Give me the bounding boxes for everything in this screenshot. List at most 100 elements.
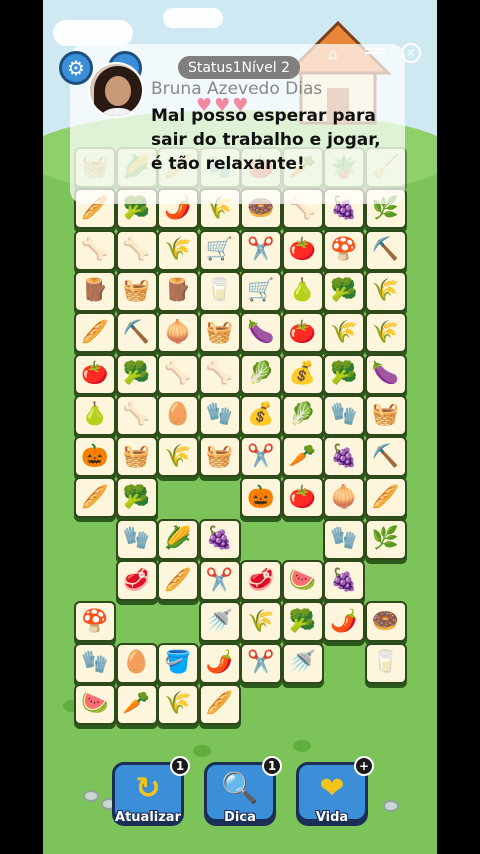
tile[interactable]: 🍉 [74, 683, 116, 725]
tile[interactable]: 🦴 [157, 353, 199, 395]
tile[interactable]: 🌾 [323, 312, 365, 354]
home-icon[interactable]: ⌂ [328, 45, 346, 63]
tile[interactable]: 🪣 [157, 642, 199, 684]
tile[interactable]: 🥕 [281, 436, 324, 478]
tile[interactable]: 🌾 [157, 683, 199, 725]
gear-icon[interactable]: ⚙ [59, 51, 93, 85]
tile[interactable]: 🥖 [157, 560, 199, 601]
tile[interactable]: 🧤 [323, 518, 365, 560]
tile[interactable]: ⛏️ [364, 229, 407, 271]
tile[interactable]: 🚿 [198, 601, 241, 643]
tile[interactable]: 🍅 [281, 477, 324, 519]
refresh-count-badge: 1 [170, 756, 190, 776]
tile[interactable]: 🥦 [323, 353, 365, 395]
heart-plus-icon: ❤ [319, 771, 345, 806]
refresh-label: Atualizar [115, 810, 181, 825]
menu-icon[interactable] [365, 48, 385, 54]
tile[interactable]: 🪵 [74, 270, 116, 312]
hint-button[interactable]: 🔍 1 Dica [204, 756, 282, 825]
tile[interactable]: 🧺 [198, 312, 241, 354]
tile[interactable]: 🍐 [281, 270, 324, 312]
tile[interactable]: 🍅 [74, 353, 116, 395]
tile[interactable]: 🧅 [157, 312, 199, 354]
tile[interactable]: 🛒 [198, 229, 241, 271]
tile[interactable]: 🍇 [198, 518, 241, 560]
tile[interactable]: ✂️ [240, 229, 282, 271]
tile[interactable]: 🌾 [364, 312, 407, 354]
tile[interactable]: 🎃 [240, 477, 282, 519]
avatar [88, 62, 144, 118]
level-label: Nível 2 [241, 59, 291, 76]
tile[interactable]: 💰 [240, 394, 282, 436]
tile[interactable]: 🚿 [281, 642, 324, 684]
tile[interactable]: 🦴 [115, 229, 158, 271]
tile[interactable]: 🌶️ [198, 642, 241, 684]
tile[interactable]: 🍆 [240, 312, 282, 354]
tile[interactable]: ✂️ [240, 436, 282, 478]
tile[interactable]: 🧤 [198, 394, 241, 436]
tile[interactable]: 🥖 [74, 477, 116, 519]
tile[interactable]: 🌿 [364, 518, 407, 560]
tile[interactable]: 🥖 [74, 312, 116, 354]
hint-count-badge: 1 [262, 756, 282, 776]
tile[interactable]: 🍇 [323, 560, 365, 601]
tile[interactable]: 🧺 [115, 270, 158, 312]
tile[interactable]: 🪵 [157, 270, 199, 312]
tile[interactable]: 🛒 [240, 270, 282, 312]
tile[interactable]: 🧤 [323, 394, 365, 436]
tile[interactable]: 🍩 [364, 601, 407, 643]
tile[interactable]: 🧺 [115, 436, 158, 478]
tile[interactable]: 🍄 [323, 229, 365, 271]
tile[interactable]: ⛏️ [364, 436, 407, 478]
tile[interactable]: 🥩 [240, 560, 282, 601]
tile[interactable]: 🍆 [364, 353, 407, 395]
tile[interactable]: 🥦 [323, 270, 365, 312]
life-add-badge: + [354, 756, 374, 776]
tile[interactable]: 🍄 [74, 601, 116, 643]
tile[interactable]: 🎃 [74, 436, 116, 478]
tile[interactable]: 🥩 [115, 560, 158, 601]
tile[interactable]: 🍉 [281, 560, 324, 601]
refresh-icon: ↻ [135, 771, 161, 806]
tile[interactable]: ⛏️ [115, 312, 158, 354]
tile[interactable]: 💰 [281, 353, 324, 395]
tile[interactable]: ✂️ [198, 560, 241, 601]
sender-name: Bruna Azevedo Dias [151, 79, 323, 99]
tile[interactable]: 🥖 [198, 683, 241, 725]
tile[interactable]: 🍐 [74, 394, 116, 436]
close-icon[interactable]: ✕ [401, 43, 421, 63]
tile[interactable]: 🧺 [198, 436, 241, 478]
life-button[interactable]: ❤ + Vida [296, 756, 374, 825]
tile[interactable]: 🧤 [115, 518, 158, 560]
tile[interactable]: 🌽 [157, 518, 199, 560]
tile[interactable]: 🥛 [364, 642, 407, 684]
status-label: Status1 [187, 59, 242, 76]
tile[interactable]: 🌾 [157, 229, 199, 271]
tile[interactable]: 🦴 [115, 394, 158, 436]
tile[interactable]: 🥬 [240, 353, 282, 395]
tile[interactable]: 🥚 [115, 642, 158, 684]
tile[interactable]: 🥚 [157, 394, 199, 436]
tile[interactable]: 🥖 [364, 477, 407, 519]
refresh-button[interactable]: ↻ 1 Atualizar [112, 756, 190, 825]
tile[interactable]: 🍇 [323, 436, 365, 478]
tile[interactable]: 🦴 [74, 229, 116, 271]
tile[interactable]: ✂️ [240, 642, 282, 684]
tile[interactable]: 🍅 [281, 312, 324, 354]
tile[interactable]: 🥦 [115, 477, 158, 519]
tile[interactable]: 🥬 [281, 394, 324, 436]
tile[interactable]: 🦴 [198, 353, 241, 395]
tile[interactable]: 🌶️ [323, 601, 365, 643]
tile[interactable]: 🥕 [115, 683, 158, 725]
tile[interactable]: 🌾 [364, 270, 407, 312]
tile[interactable]: 🥦 [281, 601, 324, 643]
level-status-pill: Status1 Nível 2 [178, 56, 300, 79]
tile[interactable]: 🌾 [240, 601, 282, 643]
tile[interactable]: 🧅 [323, 477, 365, 519]
tile[interactable]: 🧺 [364, 394, 407, 436]
tile[interactable]: 🌾 [157, 436, 199, 478]
tile[interactable]: 🥦 [115, 353, 158, 395]
tile[interactable]: 🥛 [198, 270, 241, 312]
tile[interactable]: 🧤 [74, 642, 116, 684]
tile[interactable]: 🍅 [281, 229, 324, 271]
